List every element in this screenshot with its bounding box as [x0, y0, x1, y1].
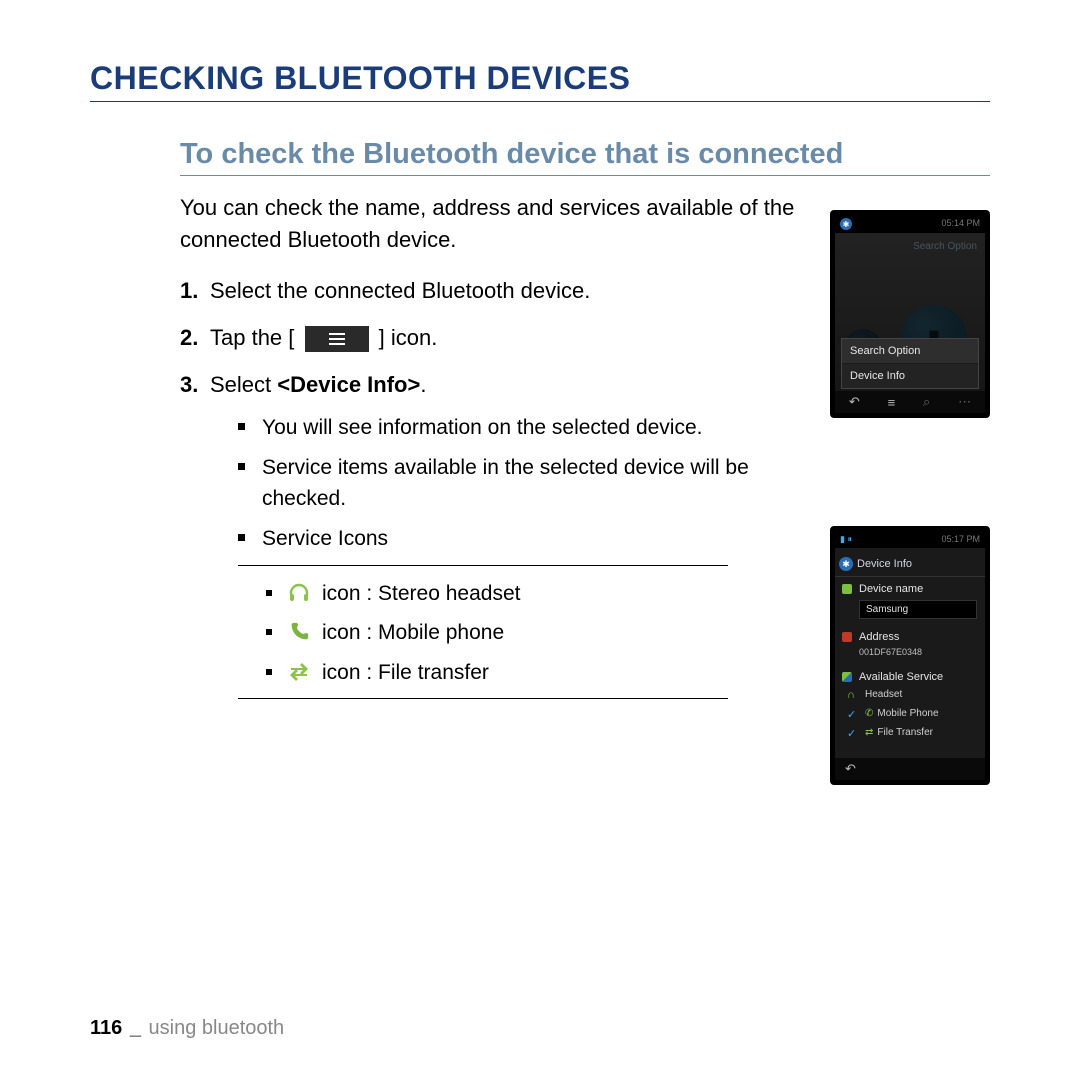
bluetooth-icon: ✱	[840, 218, 852, 230]
icon-phone-label: icon : Mobile phone	[322, 621, 504, 644]
sub-a: You will see information on the selected…	[262, 416, 703, 439]
more-nav-icon[interactable]: ⋯	[958, 394, 971, 410]
device-navbar: ↶	[835, 758, 985, 780]
status-icons: ▮ ⏸	[840, 534, 852, 545]
menu-item-device-info[interactable]: Device Info	[842, 364, 978, 388]
page-footer: 116 _ using bluetooth	[90, 1017, 284, 1040]
search-option-hint: Search Option	[913, 241, 977, 252]
device-screenshot-menu: ✱ 05:14 PM Search Option ▮ ▮ Samsung ...…	[830, 210, 990, 418]
step-1-text: Select the connected Bluetooth device.	[210, 278, 590, 303]
menu-nav-icon[interactable]: ≡	[888, 395, 896, 410]
back-icon[interactable]: ↶	[845, 761, 856, 777]
phone-icon: ✆	[865, 708, 873, 719]
bluetooth-icon: ✱	[839, 557, 853, 571]
device2-title: Device Info	[857, 558, 912, 570]
service-headset: Headset	[865, 689, 902, 700]
transfer-icon	[286, 659, 312, 685]
address-field-icon	[842, 632, 852, 642]
step-3: Select <Device Info>. You will see infor…	[180, 368, 750, 699]
device-name-value[interactable]: Samsung	[859, 600, 977, 619]
headset-icon: ∩	[847, 689, 855, 701]
device2-time: 05:17 PM	[941, 534, 980, 545]
service-mobile: Mobile Phone	[877, 708, 938, 719]
service-transfer: File Transfer	[877, 727, 933, 738]
back-icon[interactable]: ↶	[849, 394, 860, 410]
step-3-bold: <Device Info>	[277, 372, 420, 397]
section-name: using bluetooth	[149, 1017, 285, 1039]
step-3-sublist: You will see information on the selected…	[238, 413, 750, 555]
available-service-label: Available Service	[859, 671, 943, 683]
step-2-post: ] icon	[379, 325, 432, 350]
step-2-pre: Tap the [	[210, 325, 294, 350]
step-3-post: .	[420, 372, 426, 397]
step-1: Select the connected Bluetooth device.	[180, 274, 750, 307]
context-menu[interactable]: Search Option Device Info	[841, 338, 979, 389]
device-navbar: ↶ ≡ ⌕ ⋯	[835, 391, 985, 413]
address-value: 001DF67E0348	[859, 647, 977, 657]
sub-b: Service items available in the selected …	[262, 456, 749, 509]
step-list: Select the connected Bluetooth device. T…	[180, 274, 750, 699]
check-icon: ✓	[847, 727, 856, 740]
menu-icon	[305, 326, 369, 352]
page-number: 116	[90, 1017, 122, 1039]
headset-icon	[286, 580, 312, 606]
divider	[238, 698, 728, 699]
device-screenshot-info: ▮ ⏸ 05:17 PM ✱ Device Info Device name S…	[830, 526, 990, 785]
device1-time: 05:14 PM	[941, 218, 980, 230]
intro-text: You can check the name, address and serv…	[180, 192, 900, 256]
check-icon: ✓	[847, 708, 856, 721]
step-3-pre: Select	[210, 372, 277, 397]
transfer-icon: ⇄	[865, 727, 873, 738]
section-title: To check the Bluetooth device that is co…	[180, 138, 990, 176]
divider	[238, 565, 728, 566]
phone-icon	[286, 619, 312, 645]
address-label: Address	[859, 631, 899, 643]
sub-c: Service Icons	[262, 527, 388, 550]
name-field-icon	[842, 584, 852, 594]
step-2: Tap the [ ] icon.	[180, 321, 750, 354]
search-nav-icon[interactable]: ⌕	[923, 394, 930, 410]
service-icon-list: icon : Stereo headset icon : Mobile phon…	[266, 578, 750, 689]
device-name-label: Device name	[859, 583, 923, 595]
icon-headset-label: icon : Stereo headset	[322, 582, 520, 605]
page-title: CHECKING BLUETOOTH DEVICES	[90, 60, 990, 102]
menu-item-search-option[interactable]: Search Option	[842, 339, 978, 364]
icon-transfer-label: icon : File transfer	[322, 661, 489, 684]
service-field-icon	[842, 672, 852, 682]
